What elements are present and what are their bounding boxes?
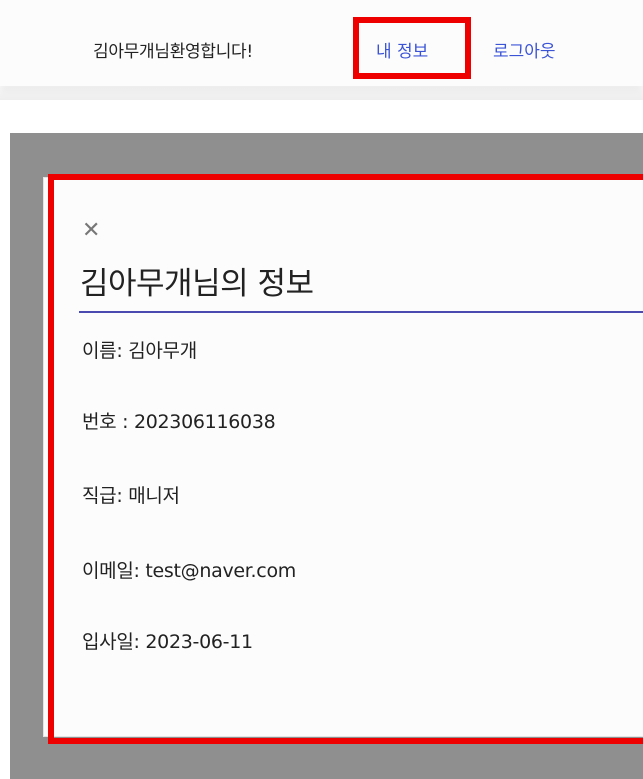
welcome-text: 김아무개님환영합니다! bbox=[93, 42, 253, 62]
logout-link[interactable]: 로그아웃 bbox=[493, 37, 556, 62]
my-info-highlight-box bbox=[353, 17, 471, 79]
modal-highlight-box bbox=[48, 174, 643, 744]
